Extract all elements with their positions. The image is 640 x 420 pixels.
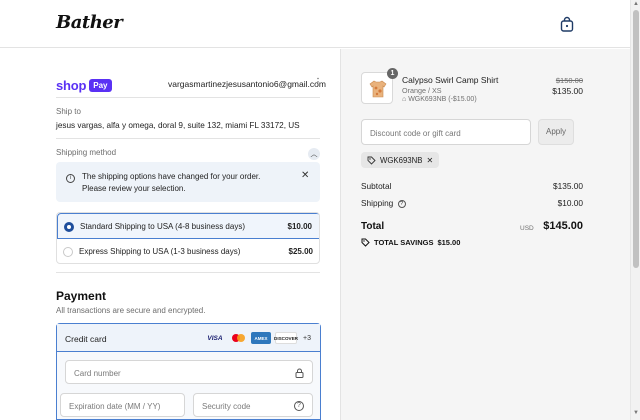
lock-icon	[295, 368, 304, 378]
apply-button[interactable]: Apply	[538, 119, 574, 145]
credit-card-label: Credit card	[65, 334, 107, 344]
shipping-options: Standard Shipping to USA (4-8 business d…	[56, 212, 320, 264]
shipping-summary: Shipping ?	[361, 198, 406, 208]
card-number-field[interactable]: Card number	[65, 360, 313, 384]
shipping-option-name: Express Shipping to USA (1-3 business da…	[79, 247, 241, 256]
more-brands-count: +3	[303, 334, 311, 342]
shirt-image	[369, 80, 387, 98]
credit-card-panel: Credit card VISA AMEX DISCOVER +3 Card n…	[56, 323, 321, 420]
scroll-up-icon[interactable]: ▲	[633, 1, 639, 7]
shipping-method-label: Shipping method	[56, 148, 117, 157]
scroll-thumb[interactable]	[633, 10, 639, 268]
shop-pay-word: shop	[56, 78, 87, 93]
expiration-date-field[interactable]: Expiration date (MM / YY)	[60, 393, 185, 417]
help-icon[interactable]: ?	[294, 401, 304, 411]
discount-placeholder: Discount code or gift card	[370, 129, 461, 138]
shipping-option-price: $25.00	[288, 247, 313, 256]
discount-code-input[interactable]: Discount code or gift card	[361, 119, 531, 145]
quantity-badge: 1	[387, 68, 398, 79]
chevron-up-icon[interactable]: ︿	[308, 148, 320, 160]
account-email: vargasmartinezjesusantonio6@gmail.com	[168, 79, 326, 89]
product-original-price: $150.00	[555, 76, 583, 85]
brand-logo[interactable]: Bather	[56, 12, 123, 33]
shipping-summary-label: Shipping	[361, 198, 394, 208]
shopping-bag-icon[interactable]	[560, 16, 574, 32]
notice-text: The shipping options have changed for yo…	[82, 172, 261, 193]
card-brand-logos: VISA AMEX DISCOVER +3	[205, 332, 311, 344]
divider	[56, 138, 320, 139]
help-icon[interactable]: ?	[397, 199, 406, 208]
applied-discount-chip: WGK693NB ✕	[361, 152, 440, 168]
expiration-placeholder: Expiration date (MM / YY)	[69, 402, 161, 411]
product-name: Calypso Swirl Camp Shirt	[402, 75, 499, 85]
product-discount: ⌂ WGK693NB (-$15.00)	[402, 96, 477, 103]
header: Bather	[0, 0, 630, 48]
currency-code: USD	[520, 225, 534, 232]
scroll-down-icon[interactable]: ▼	[633, 410, 639, 416]
visa-logo: VISA	[207, 334, 223, 342]
subtotal-label: Subtotal	[361, 181, 392, 191]
product-price: $135.00	[552, 86, 583, 96]
security-code-field[interactable]: Security code ?	[193, 393, 313, 417]
shipping-option-express[interactable]: Express Shipping to USA (1-3 business da…	[57, 239, 319, 263]
discover-logo: DISCOVER	[274, 332, 298, 344]
mastercard-logo	[229, 332, 247, 344]
total-value: $145.00	[543, 220, 583, 232]
shop-pay-badge: Pay	[89, 79, 112, 92]
tag-icon	[367, 156, 376, 165]
remove-discount-icon[interactable]: ✕	[426, 156, 433, 165]
shipping-option-price: $10.00	[287, 222, 312, 231]
tag-icon: ⌂	[402, 96, 407, 103]
amex-logo: AMEX	[251, 332, 271, 344]
ship-to-address: jesus vargas, alfa y omega, doral 9, sui…	[56, 121, 300, 130]
ship-to-label: Ship to	[56, 107, 81, 116]
close-icon[interactable]: ✕	[301, 170, 309, 181]
order-summary-column	[340, 49, 630, 420]
shipping-value: $10.00	[557, 198, 583, 208]
tag-icon	[361, 238, 370, 247]
info-icon: i	[66, 174, 75, 183]
total-savings: TOTAL SAVINGS $15.00	[361, 238, 460, 247]
divider	[56, 272, 320, 273]
subtotal-value: $135.00	[553, 181, 583, 191]
security-code-placeholder: Security code	[202, 402, 251, 411]
applied-code: WGK693NB	[380, 155, 423, 165]
shipping-option-standard[interactable]: Standard Shipping to USA (4-8 business d…	[57, 213, 319, 239]
shop-pay-logo: shop Pay	[56, 78, 112, 93]
radio-selected[interactable]	[64, 222, 74, 232]
shipping-option-name: Standard Shipping to USA (4-8 business d…	[80, 222, 245, 231]
page-scrollbar[interactable]: ▲ ▼	[630, 0, 640, 420]
card-number-placeholder: Card number	[74, 369, 121, 378]
payment-title: Payment	[56, 289, 107, 303]
divider	[56, 97, 320, 98]
credit-card-option[interactable]: Credit card VISA AMEX DISCOVER +3	[57, 324, 320, 352]
product-variant: Orange / XS	[402, 86, 442, 95]
radio-unselected[interactable]	[63, 247, 73, 257]
savings-label: TOTAL SAVINGS	[374, 238, 434, 247]
vertical-ellipsis-icon[interactable]: ⋮	[313, 78, 323, 88]
shipping-change-notice: i The shipping options have changed for …	[56, 162, 320, 202]
payment-subtitle: All transactions are secure and encrypte…	[56, 306, 206, 315]
total-label: Total	[361, 221, 385, 232]
product-discount-text: WGK693NB (-$15.00)	[408, 96, 477, 103]
savings-value: $15.00	[437, 238, 461, 247]
